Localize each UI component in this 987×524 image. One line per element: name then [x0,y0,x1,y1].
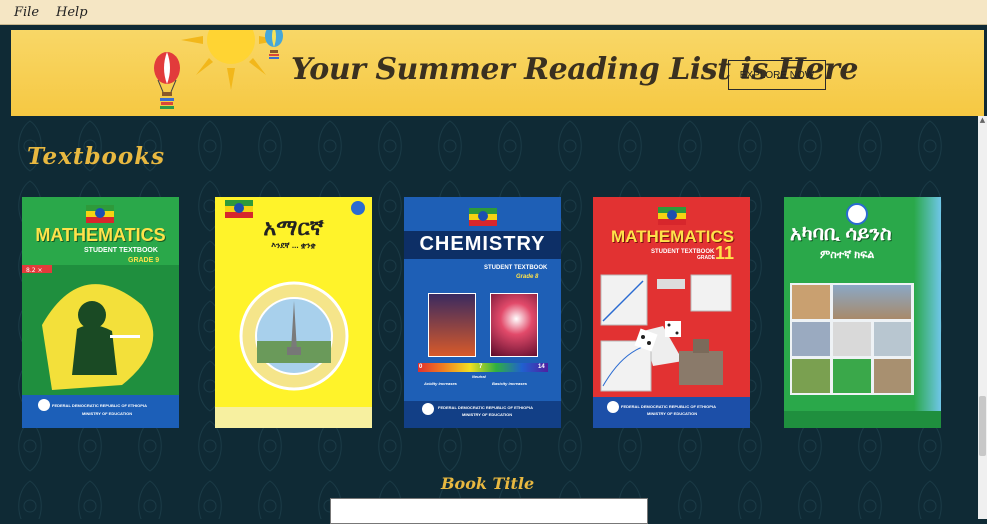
cover-illustration [600,274,732,392]
cover-illustration [239,281,349,391]
cover-photo-grid [790,283,914,395]
book-cover-environmental-science[interactable]: አካባቢ ሳይንስ ምስተኛ ክፍል [784,197,941,428]
ph-acid-label: Acidity increases [424,381,457,386]
menu-bar: File Help [0,0,987,25]
book-footer2: MINISTRY OF EDUCATION [82,411,133,416]
ph-neutral-label: Neutral [472,374,486,379]
spark-photo [490,293,538,357]
book-title: MATHEMATICS [35,225,166,245]
book-grade: GRADE 9 [128,257,160,264]
ethiopia-flag-icon [86,205,114,223]
book-subtitle: እንደኛ ... ቋንቋ [271,241,316,250]
book-footer: FEDERAL DEMOCRATIC REPUBLIC OF ETHIOPIA [52,403,147,408]
promo-banner: Your Summer Reading List is Here EXPLORE… [11,30,984,116]
emblem-icon [422,403,434,415]
explore-now-button[interactable]: EXPLORE NOW [728,60,826,90]
ethiopia-flag-icon [658,207,686,225]
ph-scale-mid: 7 [479,364,483,370]
emblem-icon [607,401,619,413]
book-grade: Grade 8 [516,274,539,280]
ph-scale-bar [418,363,548,372]
emblem-icon [846,203,868,225]
ph-scale-min: 0 [419,364,423,370]
book-title-input[interactable] [330,498,648,524]
book-footer: FEDERAL DEMOCRATIC REPUBLIC OF ETHIOPIA [621,404,716,409]
scroll-up-icon[interactable]: ▲ [978,116,987,125]
book-title: አካባቢ ሳይንስ [790,223,892,245]
book-grade-label: GRADE [697,255,716,261]
book-title: CHEMISTRY [419,233,546,255]
book-footer2: MINISTRY OF EDUCATION [462,412,513,417]
book-footer2: MINISTRY OF EDUCATION [647,411,698,416]
vertical-scrollbar[interactable]: ▲ [978,116,987,519]
svg-text:8.2 ×: 8.2 × [26,267,42,274]
ph-scale-max: 14 [538,364,545,370]
book-subtitle: ምስተኛ ክፍል [820,249,875,261]
hot-air-balloon-icon [154,52,180,109]
book-cover-chemistry[interactable]: CHEMISTRY STUDENT TEXTBOOK Grade 8 0 7 1… [404,197,561,428]
small-balloon-icon [265,30,283,59]
book-cover-mathematics-9[interactable]: MATHEMATICS STUDENT TEXTBOOK GRADE 9 8.2… [22,197,179,428]
book-title-label: Book Title [441,474,535,493]
scroll-thumb[interactable] [979,396,986,456]
book-cover-amharic[interactable]: አማርኛ እንደኛ ... ቋንቋ [215,197,372,428]
menu-help[interactable]: Help [56,5,88,20]
top-strip [0,25,987,29]
book-subtitle: STUDENT TEXTBOOK [484,265,548,271]
book-footer: FEDERAL DEMOCRATIC REPUBLIC OF ETHIOPIA [438,405,533,410]
ethiopia-flag-icon [469,208,497,226]
menu-file[interactable]: File [14,5,39,20]
emblem-icon [351,201,365,215]
emblem-icon [38,399,50,411]
ph-base-label: Basicity increases [492,381,527,386]
book-grade: 11 [715,243,735,263]
section-title: Textbooks [27,143,166,170]
cover-illustration: 8.2 × [22,265,179,395]
book-title: አማርኛ [263,215,324,240]
flame-photo [428,293,476,357]
book-subtitle: STUDENT TEXTBOOK [84,247,158,254]
book-cover-mathematics-11[interactable]: MATHEMATICS STUDENT TEXTBOOK GRADE 11 FE… [593,197,750,428]
